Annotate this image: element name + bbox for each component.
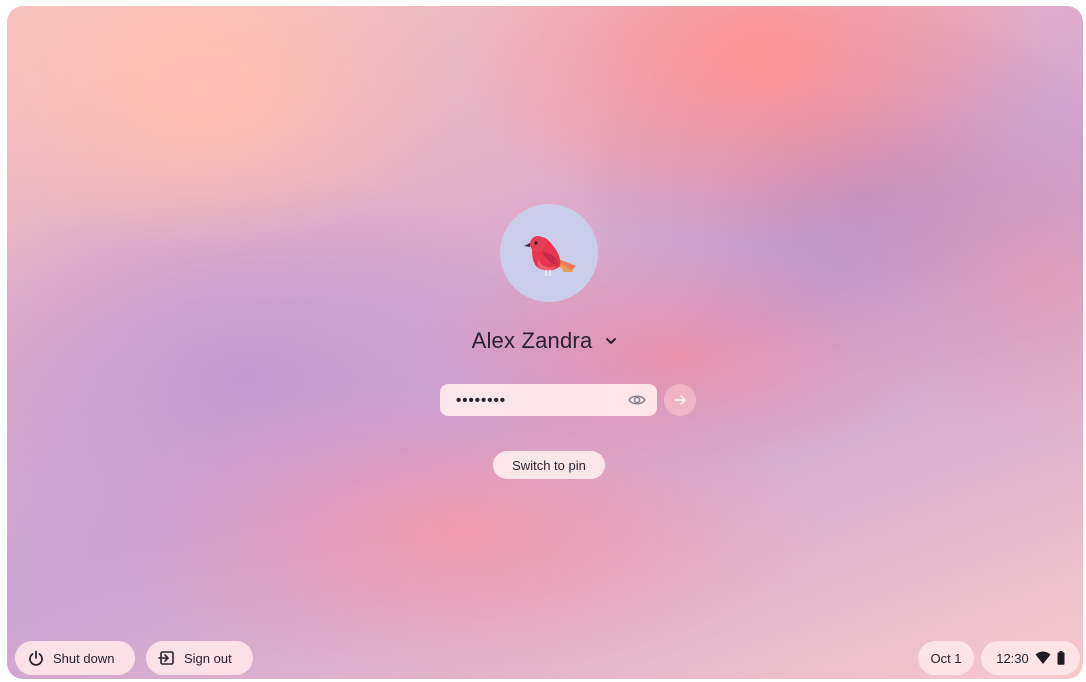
date-display[interactable]: Oct 1	[918, 641, 974, 675]
eye-icon[interactable]	[627, 390, 647, 410]
status-area[interactable]: 12:30	[981, 641, 1080, 675]
password-value[interactable]: ••••••••	[456, 392, 627, 409]
chevron-down-icon[interactable]	[604, 334, 618, 348]
battery-icon	[1057, 651, 1065, 665]
signout-label: Sign out	[184, 650, 232, 666]
password-field[interactable]: ••••••••	[440, 384, 657, 416]
shutdown-button[interactable]: Shut down	[15, 641, 135, 675]
power-icon	[29, 650, 43, 666]
time-display: 12:30	[996, 650, 1029, 666]
arrow-right-icon	[674, 395, 686, 405]
shutdown-label: Shut down	[53, 650, 115, 666]
switch-to-pin-button[interactable]: Switch to pin	[493, 451, 605, 479]
sign-out-icon	[158, 651, 174, 665]
signout-button[interactable]: Sign out	[146, 641, 253, 675]
submit-button[interactable]	[664, 384, 696, 416]
wifi-icon	[1035, 651, 1051, 664]
user-selector[interactable]: Alex Zandra	[7, 328, 1083, 354]
user-avatar[interactable]	[500, 204, 598, 302]
bird-icon	[524, 236, 576, 276]
lock-screen: Alex Zandra •••••••• Switch to pin Shut …	[7, 6, 1083, 679]
user-name: Alex Zandra	[471, 328, 593, 353]
